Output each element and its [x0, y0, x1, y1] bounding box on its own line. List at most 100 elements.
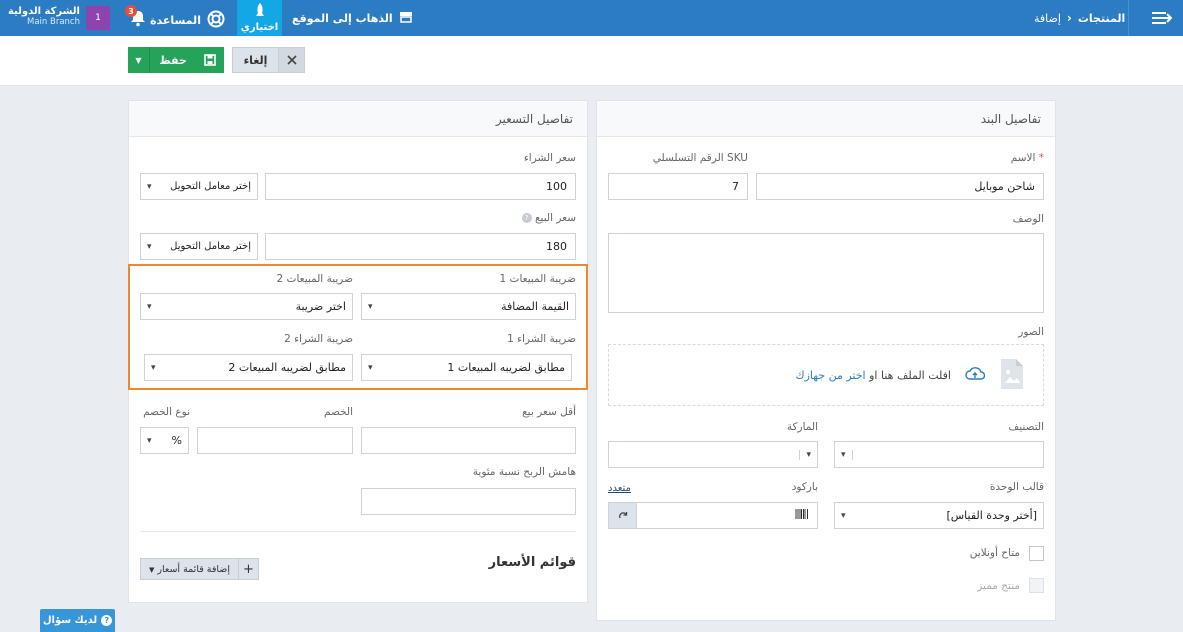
- name-input[interactable]: شاحن موبايل: [756, 173, 1044, 200]
- shortcuts-tab[interactable]: اختياري: [237, 0, 282, 36]
- company-name: الشركة الدولية: [7, 6, 80, 17]
- brand-label: الماركة: [786, 421, 818, 433]
- name-label: الاسم *: [990, 152, 1044, 164]
- sale-price-label-wrap: ? سعر البيع: [476, 212, 576, 224]
- sales-tax1-select[interactable]: ▾ القيمة المضافة: [361, 293, 576, 320]
- chevron-down-icon: ▾: [151, 362, 156, 373]
- refresh-icon[interactable]: [609, 503, 637, 528]
- breadcrumb-root[interactable]: المنتجات: [1078, 12, 1125, 25]
- margin-input[interactable]: [361, 488, 576, 515]
- image-upload-zone[interactable]: افلت الملف هنا او اختر من جهازك: [608, 344, 1044, 406]
- unit-template-select[interactable]: ▾ [أختر وحدة القياس]: [834, 502, 1044, 529]
- shortcuts-label: اختياري: [240, 22, 279, 33]
- purchase-tax2-value: مطابق لضريبه المبيعات 2: [228, 361, 346, 374]
- help-circle-icon[interactable]: ?: [521, 213, 532, 223]
- images-label: الصور: [1018, 326, 1044, 338]
- sales-tax2-label: ضريبة المبيعات 2: [276, 273, 353, 285]
- required-mark: *: [1038, 152, 1044, 164]
- purchase-conversion-select[interactable]: ▾ إختر معامل التحويل: [140, 173, 258, 200]
- company-avatar[interactable]: 1: [86, 6, 110, 30]
- min-price-label: أقل سعر بيع: [522, 406, 576, 418]
- cancel-label: إلغاء: [243, 53, 268, 67]
- unit-template-value: [أختر وحدة القياس]: [946, 509, 1037, 522]
- help-label: المساعدة: [150, 14, 201, 27]
- upload-text-wrap: افلت الملف هنا او اختر من جهازك: [796, 369, 952, 382]
- sale-conversion-value: إختر معامل التحويل: [170, 241, 251, 252]
- description-label: الوصف: [1012, 213, 1044, 225]
- margin-label: هامش الربح نسبة مئوية: [472, 466, 576, 478]
- save-dropdown-icon[interactable]: ▼: [128, 47, 150, 73]
- branch-name: Main Branch: [27, 17, 80, 27]
- purchase-tax1-select[interactable]: ▾ مطابق لضريبه المبيعات 1: [361, 354, 572, 381]
- purchase-tax2-select[interactable]: ▾ مطابق لضريبه المبيعات 2: [144, 354, 353, 381]
- image-file-icon: [999, 357, 1025, 394]
- breadcrumb: إضافة › المنتجات: [1034, 11, 1125, 25]
- save-button[interactable]: ▼ حفظ: [128, 47, 224, 73]
- barcode-multiple-link[interactable]: متعدد: [608, 483, 632, 494]
- chevron-down-icon: ▾: [841, 510, 846, 521]
- add-price-list-label: إضافة قائمة أسعار: [157, 563, 231, 575]
- help-link[interactable]: المساعدة: [150, 10, 225, 31]
- purchase-tax1-label: ضريبة الشراء 1: [507, 333, 576, 345]
- featured-label: منتج مميز: [977, 580, 1020, 592]
- online-label: متاح أونلاين: [969, 547, 1020, 559]
- company-switcher[interactable]: الشركة الدولية Main Branch: [4, 6, 80, 27]
- sku-input[interactable]: 7: [608, 173, 748, 200]
- sale-price-label: سعر البيع: [534, 212, 576, 224]
- featured-checkbox[interactable]: [1029, 578, 1044, 593]
- chevron-down-icon: ▾: [147, 241, 152, 252]
- save-label: حفظ: [159, 53, 187, 67]
- cancel-button[interactable]: إلغاء: [232, 47, 305, 73]
- sale-price-input[interactable]: 180: [265, 233, 576, 260]
- chevron-down-icon: ▾: [147, 181, 152, 192]
- chevron-down-icon: ▾: [841, 449, 853, 460]
- dropdown-caret-icon: ▼: [148, 565, 155, 574]
- discount-type-value: %: [171, 434, 182, 447]
- upload-text: افلت الملف هنا او: [869, 368, 951, 382]
- floppy-disk-icon: [196, 54, 224, 66]
- pricing-details-title: تفاصيل التسعير: [129, 101, 587, 137]
- purchase-price-label: سعر الشراء: [523, 152, 576, 164]
- sales-tax2-select[interactable]: ▾ اختر ضريبة: [140, 293, 353, 320]
- sale-conversion-select[interactable]: ▾ إختر معامل التحويل: [140, 233, 258, 260]
- cloud-upload-icon: [965, 366, 986, 384]
- online-checkbox[interactable]: [1029, 546, 1044, 561]
- barcode-input[interactable]: [608, 502, 818, 529]
- choose-file-link[interactable]: اختر من جهازك: [796, 369, 866, 382]
- add-price-list-button[interactable]: ▼ إضافة قائمة أسعار +: [140, 558, 259, 580]
- go-to-site-link[interactable]: الذهاب إلى الموقع: [292, 11, 413, 26]
- barcode-icon: [795, 508, 817, 523]
- price-lists-title: قوائم الأسعار: [488, 555, 576, 570]
- lifebuoy-icon: [207, 10, 225, 31]
- help-button-label: لديك سؤال: [42, 615, 98, 626]
- purchase-tax2-label: ضريبة الشراء 2: [284, 333, 353, 345]
- barcode-label: باركود: [791, 481, 818, 493]
- sku-label: الرقم التسلسلي SKU: [652, 152, 748, 164]
- description-textarea[interactable]: [608, 233, 1044, 313]
- discount-type-select[interactable]: ▾ %: [140, 427, 189, 454]
- divider: [140, 531, 576, 532]
- breadcrumb-current: إضافة: [1034, 11, 1061, 25]
- have-question-button[interactable]: لديك سؤال ?: [40, 609, 115, 632]
- divider: [1128, 0, 1129, 36]
- min-price-input[interactable]: [361, 427, 576, 454]
- item-details-title: تفاصيل البند: [597, 101, 1055, 137]
- notification-badge: 3: [125, 5, 137, 17]
- name-label-text: الاسم: [1010, 152, 1036, 164]
- brand-select[interactable]: ▾: [608, 441, 818, 468]
- discount-label: الخصم: [324, 406, 353, 418]
- top-bar: إضافة › المنتجات الذهاب إلى الموقع اختيا…: [0, 0, 1183, 36]
- chevron-down-icon: ▾: [799, 449, 811, 460]
- purchase-price-input[interactable]: 100: [265, 173, 576, 200]
- add-price-list-wrap: ▼ إضافة قائمة أسعار: [141, 564, 238, 575]
- discount-input[interactable]: [197, 427, 353, 454]
- category-select[interactable]: ▾: [834, 441, 1044, 468]
- plus-icon: +: [238, 559, 258, 579]
- menu-toggle-icon[interactable]: [1150, 8, 1174, 28]
- sales-tax1-label: ضريبة المبيعات 1: [499, 273, 576, 285]
- chevron-down-icon: ▾: [147, 435, 152, 446]
- sales-tax1-value: القيمة المضافة: [501, 300, 569, 313]
- question-circle-icon: ?: [101, 615, 113, 626]
- category-label: التصنيف: [1008, 421, 1044, 433]
- unit-template-label: قالب الوحدة: [989, 481, 1044, 493]
